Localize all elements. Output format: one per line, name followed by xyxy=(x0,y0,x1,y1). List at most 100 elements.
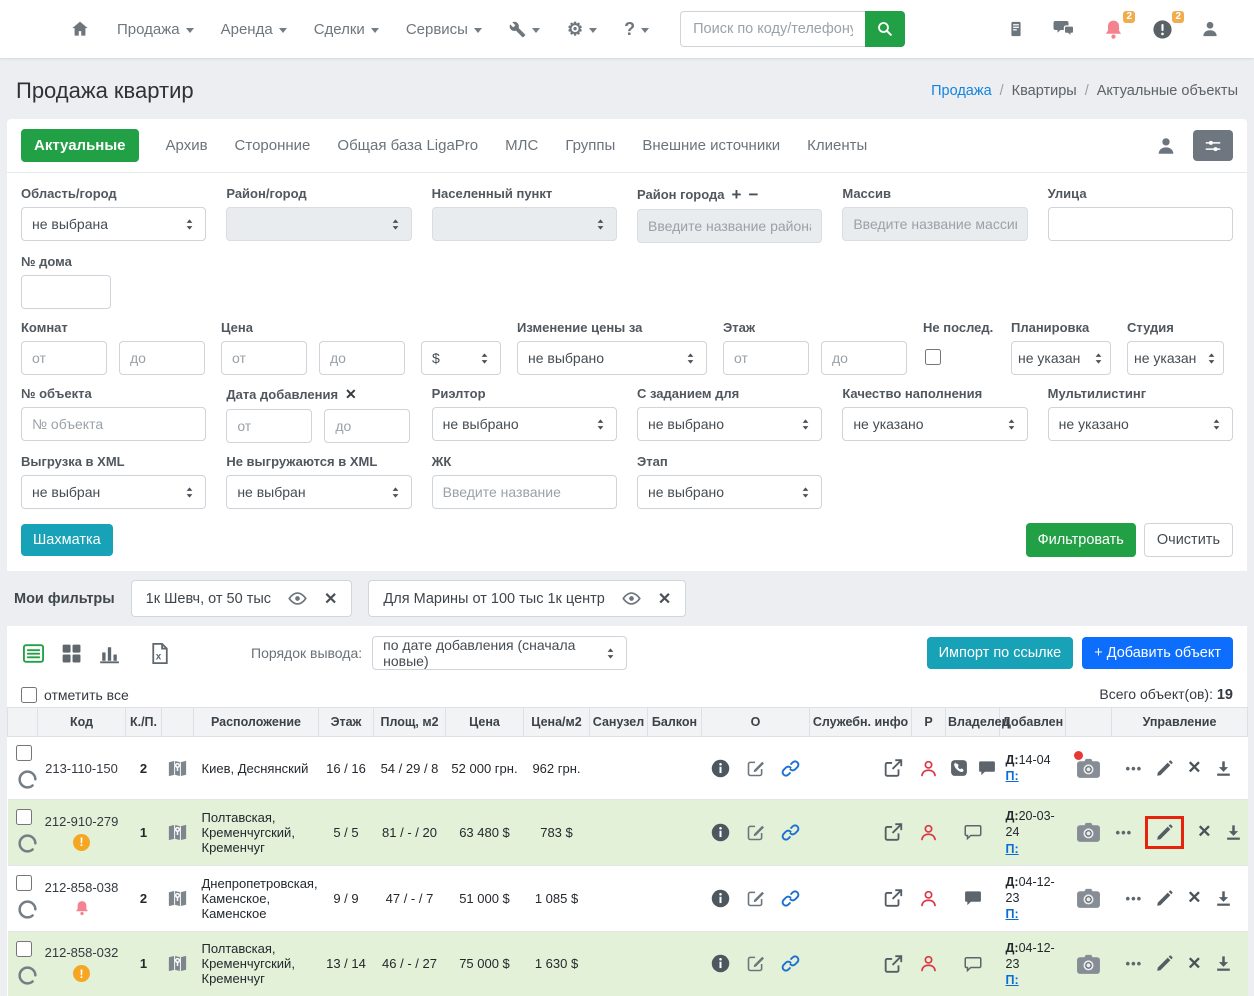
download-icon[interactable] xyxy=(1214,889,1233,908)
external-link-icon[interactable] xyxy=(882,887,904,909)
external-link-icon[interactable] xyxy=(882,757,904,779)
info-icon[interactable] xyxy=(710,953,731,974)
download-icon[interactable] xyxy=(1214,954,1233,973)
search-button[interactable] xyxy=(865,11,906,47)
owner-link[interactable]: П: xyxy=(1006,973,1019,987)
link-icon[interactable] xyxy=(780,758,801,779)
link-icon[interactable] xyxy=(780,953,801,974)
rooms-from-input[interactable] xyxy=(21,341,107,375)
journal-button[interactable] xyxy=(1006,19,1026,39)
profile-button[interactable] xyxy=(1200,19,1220,39)
eye-icon[interactable] xyxy=(287,588,308,609)
camera-icon[interactable] xyxy=(1075,886,1102,910)
quality-select[interactable]: не указано xyxy=(842,407,1028,441)
saved-filter-chip[interactable]: Для Марины от 100 тыс 1к центр ✕ xyxy=(368,580,687,617)
realtor-icon[interactable] xyxy=(918,758,939,779)
stage-select[interactable]: не выбрано xyxy=(636,475,823,509)
delete-filter-icon[interactable]: ✕ xyxy=(658,589,671,609)
more-actions-icon[interactable]: ••• xyxy=(1116,825,1133,840)
rooms-to-input[interactable] xyxy=(119,341,205,375)
map-icon[interactable] xyxy=(166,952,189,975)
object-code[interactable]: 212-910-279 xyxy=(45,814,119,829)
more-actions-icon[interactable]: ••• xyxy=(1126,956,1143,971)
link-icon[interactable] xyxy=(780,888,801,909)
price-from-input[interactable] xyxy=(221,341,307,375)
camera-icon[interactable] xyxy=(1075,952,1102,976)
floor-to-input[interactable] xyxy=(821,341,907,375)
delete-icon[interactable]: ✕ xyxy=(1197,822,1211,842)
xml-upload-select[interactable]: не выбран xyxy=(21,475,207,509)
notifications-button[interactable]: 2 xyxy=(1102,10,1135,41)
object-code[interactable]: 212-858-038 xyxy=(45,880,119,895)
object-code[interactable]: 212-858-032 xyxy=(45,945,119,960)
chessboard-button[interactable]: Шахматка xyxy=(21,524,113,556)
external-link-icon[interactable] xyxy=(882,821,904,843)
nav-deals-menu[interactable]: Сделки xyxy=(314,21,379,38)
comment-outline-icon[interactable] xyxy=(963,822,983,842)
currency-select[interactable]: $ xyxy=(421,341,501,375)
download-icon[interactable] xyxy=(1224,823,1243,842)
status-ring-icon[interactable] xyxy=(16,768,39,791)
saved-filter-chip[interactable]: 1к Шевч, от 50 тыс ✕ xyxy=(130,580,353,617)
delete-icon[interactable]: ✕ xyxy=(1187,758,1201,778)
region-select[interactable]: не выбрана xyxy=(21,207,207,241)
status-ring-icon[interactable] xyxy=(16,898,39,921)
nav-settings-menu[interactable]: ⚙ xyxy=(567,19,598,40)
date-from-input[interactable] xyxy=(226,409,313,443)
floor-from-input[interactable] xyxy=(723,341,809,375)
eye-icon[interactable] xyxy=(621,588,642,609)
realtor-icon[interactable] xyxy=(918,888,939,909)
note-icon[interactable] xyxy=(745,888,766,909)
comment-filled-icon[interactable] xyxy=(977,758,997,778)
row-checkbox[interactable] xyxy=(15,875,32,892)
edit-icon[interactable] xyxy=(1155,954,1174,973)
delete-filter-icon[interactable]: ✕ xyxy=(324,589,337,609)
tab-actual[interactable]: Актуальные xyxy=(21,129,139,162)
nav-rent-menu[interactable]: Аренда xyxy=(221,21,287,38)
owner-link[interactable]: П: xyxy=(1006,769,1019,783)
status-ring-icon[interactable] xyxy=(16,832,39,855)
tab-clients[interactable]: Клиенты xyxy=(807,137,867,154)
edit-icon[interactable] xyxy=(1155,889,1174,908)
sort-order-select[interactable]: по дате добавления (сначала новые) xyxy=(372,636,628,670)
realtor-select[interactable]: не выбрано xyxy=(431,407,617,441)
comment-outline-icon[interactable] xyxy=(963,954,983,974)
realtor-icon[interactable] xyxy=(918,953,939,974)
alerts-button[interactable]: 2 xyxy=(1151,10,1184,41)
grid-view-button[interactable] xyxy=(59,641,84,666)
tab-groups[interactable]: Группы xyxy=(565,137,615,154)
apply-filter-button[interactable]: Фильтровать xyxy=(1025,523,1136,557)
price-change-select[interactable]: не выбрано xyxy=(517,341,707,375)
stats-view-button[interactable] xyxy=(97,641,122,666)
object-no-input[interactable] xyxy=(21,407,207,441)
add-district-icon[interactable]: + xyxy=(732,186,742,203)
nav-tools-menu[interactable] xyxy=(509,21,540,38)
delete-icon[interactable]: ✕ xyxy=(1187,954,1201,974)
messages-button[interactable] xyxy=(1052,17,1076,41)
breadcrumb-sales-link[interactable]: Продажа xyxy=(931,83,992,99)
filter-settings-button[interactable] xyxy=(1193,130,1233,161)
list-view-button[interactable] xyxy=(21,641,46,666)
price-to-input[interactable] xyxy=(319,341,405,375)
search-input[interactable] xyxy=(680,11,866,47)
edit-icon[interactable] xyxy=(1155,823,1174,842)
house-no-input[interactable] xyxy=(21,275,111,309)
street-input[interactable] xyxy=(1047,207,1233,241)
note-icon[interactable] xyxy=(745,822,766,843)
select-all-checkbox[interactable] xyxy=(21,686,37,703)
delete-icon[interactable]: ✕ xyxy=(1187,888,1201,908)
remove-district-icon[interactable]: − xyxy=(748,186,758,203)
layout-select[interactable]: не указан xyxy=(1011,341,1111,375)
studio-select[interactable]: не указан xyxy=(1127,341,1224,375)
map-icon[interactable] xyxy=(166,821,189,844)
more-actions-icon[interactable]: ••• xyxy=(1126,761,1143,776)
clear-date-icon[interactable]: ✕ xyxy=(345,386,357,403)
add-object-button[interactable]: + Добавить объект xyxy=(1082,637,1233,669)
xml-skip-select[interactable]: не выбран xyxy=(226,475,412,509)
task-for-select[interactable]: не выбрано xyxy=(636,407,823,441)
external-link-icon[interactable] xyxy=(882,953,904,975)
tab-ligapro-base[interactable]: Общая база LigaPro xyxy=(337,137,478,154)
download-icon[interactable] xyxy=(1214,759,1233,778)
not-last-checkbox[interactable] xyxy=(925,349,941,365)
agent-filter-button[interactable] xyxy=(1155,135,1177,157)
